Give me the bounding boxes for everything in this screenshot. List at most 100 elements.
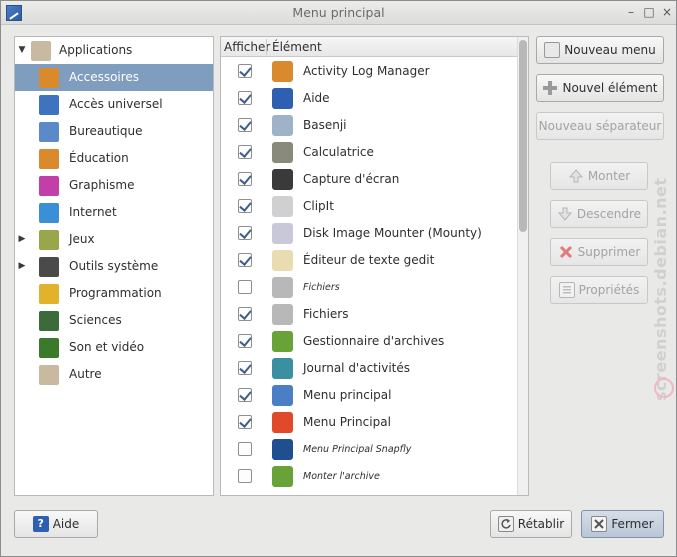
delete-label: Supprimer <box>577 245 641 259</box>
snapfly-icon <box>272 439 293 460</box>
category-item-11[interactable]: Son et vidéo <box>15 334 213 361</box>
show-checkbox[interactable] <box>238 280 252 294</box>
help-icon: ? <box>32 516 49 532</box>
category-item-8[interactable]: ▶ Outils système <box>15 253 213 280</box>
list-item[interactable]: Menu Principal Snapfly <box>221 436 517 463</box>
close-button[interactable]: Fermer <box>581 510 664 538</box>
expander-icon[interactable]: ▶ <box>15 234 29 244</box>
maximize-icon[interactable]: □ <box>642 5 656 19</box>
help-button[interactable]: ? Aide <box>14 510 98 538</box>
list-item[interactable]: Basenji <box>221 112 517 139</box>
move-down-label: Descendre <box>576 207 642 221</box>
list-scrollbar[interactable] <box>517 37 528 495</box>
move-up-label: Monter <box>587 169 631 183</box>
new-separator-label: Nouveau séparateur <box>538 119 662 133</box>
show-checkbox[interactable] <box>238 172 252 186</box>
list-item[interactable]: Disk Image Mounter (Mounty) <box>221 220 517 247</box>
basenji-icon <box>272 115 293 136</box>
list-item[interactable]: ClipIt <box>221 193 517 220</box>
close-label: Fermer <box>611 517 654 531</box>
item-label: ClipIt <box>303 199 334 213</box>
item-label: Menu principal <box>303 388 392 402</box>
show-checkbox[interactable] <box>238 361 252 375</box>
list-item[interactable]: Menu principal <box>221 382 517 409</box>
column-header-show[interactable]: Afficher <box>224 40 270 54</box>
list-item[interactable]: Aide <box>221 85 517 112</box>
close-x-icon <box>591 516 608 532</box>
new-menu-label: Nouveau menu <box>564 43 656 57</box>
category-item-7[interactable]: ▶ Jeux <box>15 226 213 253</box>
list-item[interactable]: Activity Log Manager <box>221 58 517 85</box>
calculator-icon <box>272 142 293 163</box>
show-checkbox[interactable] <box>238 226 252 240</box>
properties-button[interactable]: Propriétés <box>550 276 648 304</box>
show-checkbox[interactable] <box>238 253 252 267</box>
expander-icon[interactable]: ▶ <box>15 261 29 271</box>
item-label: Basenji <box>303 118 347 132</box>
category-item-1[interactable]: Accessoires <box>15 64 213 91</box>
item-label: Monter l'archive <box>303 471 380 482</box>
category-item-12[interactable]: Autre <box>15 361 213 388</box>
title-bar: Menu principal – □ × <box>1 1 676 25</box>
move-down-button[interactable]: Descendre <box>550 200 648 228</box>
close-icon[interactable]: × <box>660 5 674 19</box>
delete-button[interactable]: Supprimer <box>550 238 648 266</box>
item-label: Activity Log Manager <box>303 64 430 78</box>
show-checkbox[interactable] <box>238 145 252 159</box>
list-item[interactable]: Fichiers <box>221 274 517 301</box>
category-item-9[interactable]: Programmation <box>15 280 213 307</box>
new-item-button[interactable]: Nouvel élément <box>536 74 664 102</box>
move-up-button[interactable]: Monter <box>550 162 648 190</box>
show-checkbox[interactable] <box>238 64 252 78</box>
show-checkbox[interactable] <box>238 415 252 429</box>
show-checkbox[interactable] <box>238 334 252 348</box>
column-header-item[interactable]: Élément <box>272 40 322 54</box>
list-item[interactable]: Monter l'archive <box>221 463 517 490</box>
show-checkbox[interactable] <box>238 469 252 483</box>
expander-icon[interactable]: ▼ <box>15 45 29 55</box>
watermark: screenshots.debian.net <box>651 177 670 401</box>
show-checkbox[interactable] <box>238 91 252 105</box>
category-item-3[interactable]: Bureautique <box>15 118 213 145</box>
new-menu-icon <box>544 42 561 58</box>
list-item[interactable]: Journal d'activités <box>221 355 517 382</box>
list-item[interactable]: Éditeur de texte gedit <box>221 247 517 274</box>
category-item-5[interactable]: Graphisme <box>15 172 213 199</box>
accessories-icon <box>39 68 59 88</box>
category-label: Internet <box>69 205 117 219</box>
revert-button[interactable]: Rétablir <box>490 510 572 538</box>
list-item[interactable]: Capture d'écran <box>221 166 517 193</box>
list-item[interactable]: Calculatrice <box>221 139 517 166</box>
list-item[interactable]: Gestionnaire d'archives <box>221 328 517 355</box>
show-checkbox[interactable] <box>238 199 252 213</box>
show-checkbox[interactable] <box>238 118 252 132</box>
new-menu-button[interactable]: Nouveau menu <box>536 36 664 64</box>
category-item-2[interactable]: Accès universel <box>15 91 213 118</box>
window-title: Menu principal <box>292 5 385 20</box>
list-item[interactable]: Fichiers <box>221 301 517 328</box>
category-item-4[interactable]: Éducation <box>15 145 213 172</box>
list-item[interactable]: Menu Principal <box>221 409 517 436</box>
minimize-icon[interactable]: – <box>624 5 638 19</box>
show-checkbox[interactable] <box>238 442 252 456</box>
category-item-6[interactable]: Internet <box>15 199 213 226</box>
clipboard-icon <box>272 196 293 217</box>
new-separator-button[interactable]: Nouveau séparateur <box>536 112 664 140</box>
category-item-10[interactable]: Sciences <box>15 307 213 334</box>
delete-icon <box>558 244 574 260</box>
show-checkbox[interactable] <box>238 307 252 321</box>
mount-archive-icon <box>272 466 293 487</box>
revert-label: Rétablir <box>517 517 565 531</box>
item-label: Menu Principal Snapfly <box>303 444 412 455</box>
category-tree[interactable]: ▼ Applications Accessoires Accès universel B… <box>14 36 214 496</box>
education-icon <box>39 149 59 169</box>
games-icon <box>39 230 59 250</box>
screenshot-icon <box>272 169 293 190</box>
programming-icon <box>39 284 59 304</box>
properties-label: Propriétés <box>578 283 640 297</box>
category-item-0[interactable]: ▼ Applications <box>15 37 213 64</box>
scrollbar-thumb[interactable] <box>519 40 527 232</box>
show-checkbox[interactable] <box>238 388 252 402</box>
item-list[interactable]: Afficher Élément Activity Log Manager Aid… <box>220 36 529 496</box>
help-icon <box>272 88 293 109</box>
